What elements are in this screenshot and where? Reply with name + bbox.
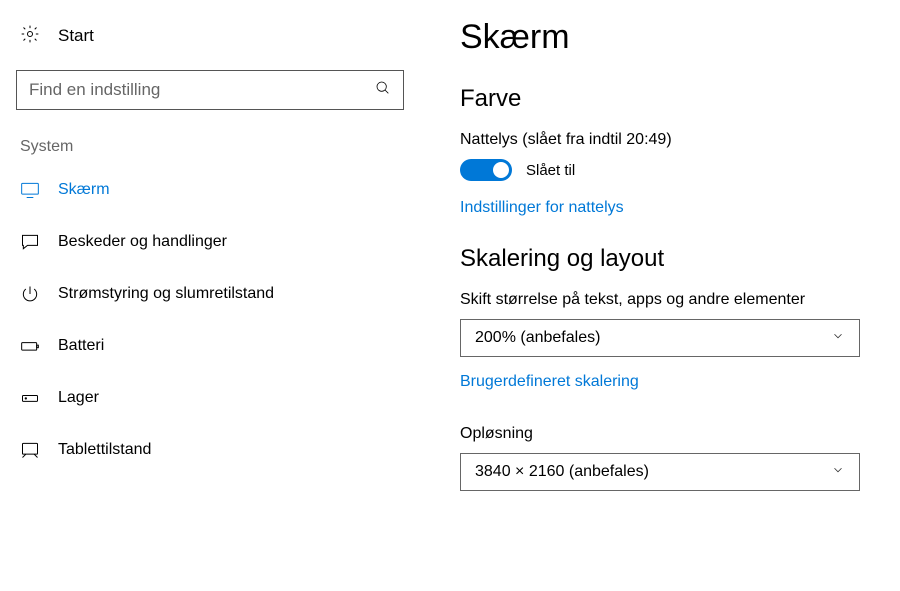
main-content: Skærm Farve Nattelys (slået fra indtil 2… bbox=[420, 0, 900, 591]
nightlight-status: Nattelys (slået fra indtil 20:49) bbox=[460, 131, 884, 149]
resolution-value: 3840 × 2160 (anbefales) bbox=[475, 463, 649, 481]
sidebar-item-label: Tablettilstand bbox=[58, 441, 151, 459]
sidebar-item-label: Lager bbox=[58, 389, 99, 407]
search-box[interactable] bbox=[16, 70, 404, 110]
home-button[interactable]: Start bbox=[16, 18, 404, 62]
page-title: Skærm bbox=[460, 18, 884, 57]
nav-list: Skærm Beskeder og handlinger Strømstyrin… bbox=[16, 164, 404, 476]
storage-icon bbox=[20, 388, 40, 408]
sidebar-item-display[interactable]: Skærm bbox=[16, 164, 404, 216]
tablet-icon bbox=[20, 440, 40, 460]
home-label: Start bbox=[58, 26, 94, 46]
sidebar-item-label: Beskeder og handlinger bbox=[58, 233, 227, 251]
chevron-down-icon bbox=[831, 329, 845, 348]
category-label: System bbox=[16, 138, 404, 164]
nightlight-toggle-row: Slået til bbox=[460, 159, 884, 181]
search-input[interactable] bbox=[29, 80, 375, 100]
sidebar-item-battery[interactable]: Batteri bbox=[16, 320, 404, 372]
sidebar-item-storage[interactable]: Lager bbox=[16, 372, 404, 424]
scale-label: Skift størrelse på tekst, apps og andre … bbox=[460, 291, 884, 309]
color-heading: Farve bbox=[460, 85, 884, 113]
search-icon bbox=[375, 80, 391, 100]
scaling-heading: Skalering og layout bbox=[460, 245, 884, 273]
sidebar: Start System Skærm Beskeder og handlinge… bbox=[0, 0, 420, 591]
nightlight-settings-link[interactable]: Indstillinger for nattelys bbox=[460, 199, 624, 217]
chat-icon bbox=[20, 232, 40, 252]
battery-icon bbox=[20, 336, 40, 356]
monitor-icon bbox=[20, 180, 40, 200]
toggle-thumb bbox=[493, 162, 509, 178]
sidebar-item-notifications[interactable]: Beskeder og handlinger bbox=[16, 216, 404, 268]
scale-dropdown[interactable]: 200% (anbefales) bbox=[460, 319, 860, 357]
resolution-label: Opløsning bbox=[460, 425, 884, 443]
toggle-label: Slået til bbox=[526, 162, 575, 179]
sidebar-item-label: Batteri bbox=[58, 337, 104, 355]
custom-scaling-link[interactable]: Brugerdefineret skalering bbox=[460, 373, 639, 391]
gear-icon bbox=[20, 24, 40, 48]
scale-value: 200% (anbefales) bbox=[475, 329, 600, 347]
resolution-dropdown[interactable]: 3840 × 2160 (anbefales) bbox=[460, 453, 860, 491]
sidebar-item-power[interactable]: Strømstyring og slumretilstand bbox=[16, 268, 404, 320]
sidebar-item-tablet[interactable]: Tablettilstand bbox=[16, 424, 404, 476]
power-icon bbox=[20, 284, 40, 304]
sidebar-item-label: Skærm bbox=[58, 181, 110, 199]
chevron-down-icon bbox=[831, 463, 845, 482]
nightlight-toggle[interactable] bbox=[460, 159, 512, 181]
sidebar-item-label: Strømstyring og slumretilstand bbox=[58, 285, 274, 303]
